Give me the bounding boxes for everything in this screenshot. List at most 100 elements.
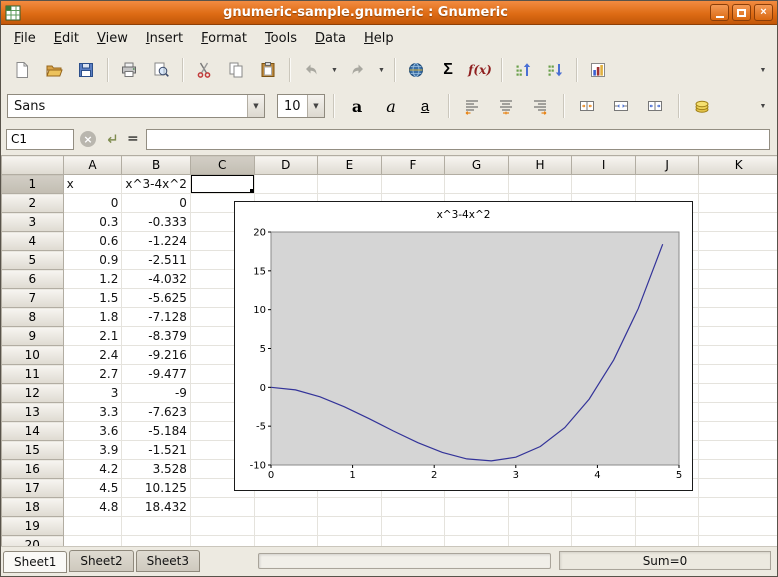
cell-F18[interactable] <box>381 498 445 517</box>
cell-J1[interactable] <box>635 175 699 194</box>
cell-E1[interactable] <box>318 175 382 194</box>
cell-B15[interactable]: -1.521 <box>122 441 191 460</box>
cell-A18[interactable]: 4.8 <box>63 498 122 517</box>
bold-button[interactable]: a <box>342 91 372 121</box>
new-file-button[interactable] <box>7 55 37 85</box>
autosum-button[interactable]: Σ <box>433 55 463 85</box>
equals-icon[interactable]: = <box>125 131 141 147</box>
undo-dropdown-button[interactable]: ▼ <box>328 55 341 85</box>
cell-K11[interactable] <box>699 365 778 384</box>
row-header-18[interactable]: 18 <box>2 498 64 517</box>
column-header-a[interactable]: A <box>63 156 122 175</box>
cell-B5[interactable]: -2.511 <box>122 251 191 270</box>
cell-A11[interactable]: 2.7 <box>63 365 122 384</box>
cell-C1[interactable] <box>190 175 254 194</box>
insert-hyperlink-button[interactable] <box>401 55 431 85</box>
maximize-button[interactable] <box>732 4 751 21</box>
cell-I18[interactable] <box>572 498 636 517</box>
column-header-j[interactable]: J <box>635 156 699 175</box>
redo-button[interactable] <box>343 55 373 85</box>
cell-B16[interactable]: 3.528 <box>122 460 191 479</box>
cell-B7[interactable]: -5.625 <box>122 289 191 308</box>
formula-input[interactable] <box>146 129 770 150</box>
cell-A14[interactable]: 3.6 <box>63 422 122 441</box>
cell-A7[interactable]: 1.5 <box>63 289 122 308</box>
font-name-combo[interactable]: Sans ▼ <box>7 94 265 118</box>
row-header-12[interactable]: 12 <box>2 384 64 403</box>
cell-K3[interactable] <box>699 213 778 232</box>
column-header-c[interactable]: C <box>190 156 254 175</box>
cell-A1[interactable]: x <box>63 175 122 194</box>
cell-A2[interactable]: 0 <box>63 194 122 213</box>
row-header-10[interactable]: 10 <box>2 346 64 365</box>
sheet-tab-sheet3[interactable]: Sheet3 <box>136 550 200 572</box>
row-header-6[interactable]: 6 <box>2 270 64 289</box>
cell-K19[interactable] <box>699 517 778 536</box>
cell-C19[interactable] <box>190 517 254 536</box>
format-money-button[interactable] <box>687 91 717 121</box>
cell-K5[interactable] <box>699 251 778 270</box>
undo-button[interactable] <box>296 55 326 85</box>
accept-edit-button[interactable] <box>102 130 120 148</box>
column-header-e[interactable]: E <box>318 156 382 175</box>
cell-H1[interactable] <box>508 175 572 194</box>
cell-B19[interactable] <box>122 517 191 536</box>
cell-D19[interactable] <box>254 517 318 536</box>
cell-J19[interactable] <box>635 517 699 536</box>
cell-B6[interactable]: -4.032 <box>122 270 191 289</box>
close-button[interactable]: × <box>754 4 773 21</box>
italic-button[interactable]: a <box>376 91 406 121</box>
split-merged-cells-button[interactable] <box>640 91 670 121</box>
cell-K1[interactable] <box>699 175 778 194</box>
align-right-button[interactable] <box>525 91 555 121</box>
insert-function-button[interactable]: f(x) <box>465 55 495 85</box>
titlebar[interactable]: gnumeric-sample.gnumeric : Gnumeric × <box>1 1 777 25</box>
cell-A16[interactable]: 4.2 <box>63 460 122 479</box>
cell-A15[interactable]: 3.9 <box>63 441 122 460</box>
insert-chart-button[interactable] <box>583 55 613 85</box>
save-button[interactable] <box>71 55 101 85</box>
sort-ascending-button[interactable] <box>508 55 538 85</box>
cell-G18[interactable] <box>445 498 509 517</box>
cell-B3[interactable]: -0.333 <box>122 213 191 232</box>
column-header-k[interactable]: K <box>699 156 778 175</box>
cell-G19[interactable] <box>445 517 509 536</box>
print-button[interactable] <box>114 55 144 85</box>
cell-K14[interactable] <box>699 422 778 441</box>
cell-B18[interactable]: 18.432 <box>122 498 191 517</box>
column-header-h[interactable]: H <box>508 156 572 175</box>
sort-descending-button[interactable] <box>540 55 570 85</box>
column-header-f[interactable]: F <box>381 156 445 175</box>
print-preview-button[interactable] <box>146 55 176 85</box>
cell-K12[interactable] <box>699 384 778 403</box>
font-size-dropdown[interactable]: ▼ <box>307 95 324 117</box>
horizontal-scrollbar[interactable] <box>258 553 551 569</box>
cell-H19[interactable] <box>508 517 572 536</box>
gnumeric-logo-icon[interactable] <box>5 5 21 21</box>
redo-dropdown-button[interactable]: ▼ <box>375 55 388 85</box>
menu-item-data[interactable]: Data <box>306 28 355 49</box>
menu-item-file[interactable]: File <box>5 28 45 49</box>
cell-B13[interactable]: -7.623 <box>122 403 191 422</box>
paste-button[interactable] <box>253 55 283 85</box>
menu-item-help[interactable]: Help <box>355 28 403 49</box>
cell-H18[interactable] <box>508 498 572 517</box>
cell-A10[interactable]: 2.4 <box>63 346 122 365</box>
menu-item-edit[interactable]: Edit <box>45 28 88 49</box>
cell-A6[interactable]: 1.2 <box>63 270 122 289</box>
cell-C18[interactable] <box>190 498 254 517</box>
cell-B12[interactable]: -9 <box>122 384 191 403</box>
cell-B8[interactable]: -7.128 <box>122 308 191 327</box>
align-center-button[interactable] <box>491 91 521 121</box>
cell-I1[interactable] <box>572 175 636 194</box>
minimize-button[interactable] <box>710 4 729 21</box>
cell-A8[interactable]: 1.8 <box>63 308 122 327</box>
cell-B17[interactable]: 10.125 <box>122 479 191 498</box>
cell-A17[interactable]: 4.5 <box>63 479 122 498</box>
row-header-14[interactable]: 14 <box>2 422 64 441</box>
column-header-g[interactable]: G <box>445 156 509 175</box>
toolbar-overflow-button[interactable]: ▼ <box>755 91 771 121</box>
cell-B1[interactable]: x^3-4x^2 <box>122 175 191 194</box>
cell-B10[interactable]: -9.216 <box>122 346 191 365</box>
row-header-1[interactable]: 1 <box>2 175 64 194</box>
